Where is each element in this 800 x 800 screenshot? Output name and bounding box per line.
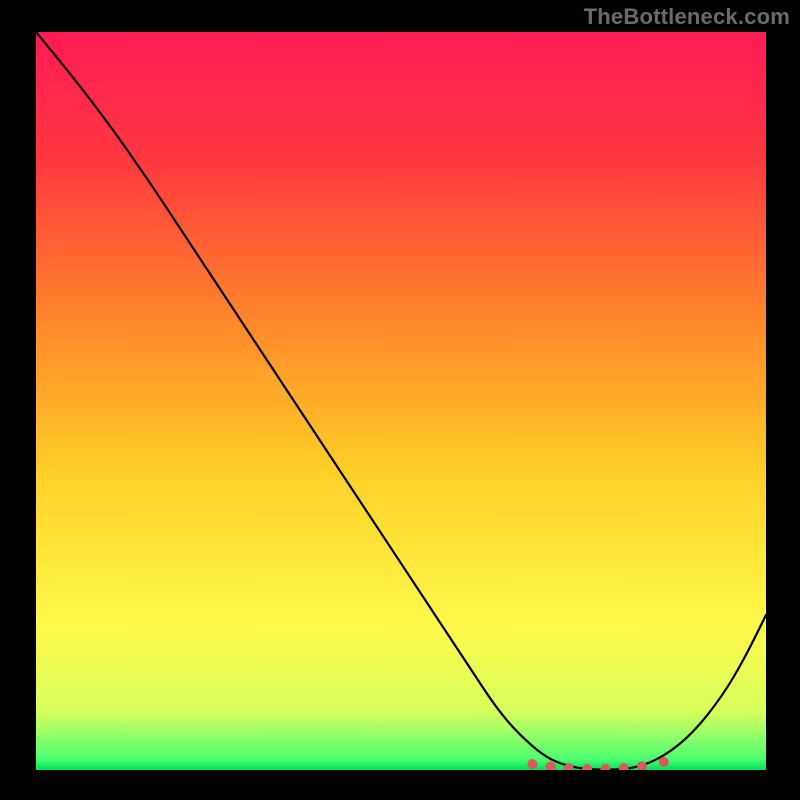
- marker: [659, 757, 669, 767]
- watermark: TheBottleneck.com: [584, 4, 790, 30]
- gradient-bg: [36, 32, 766, 770]
- chart-container: TheBottleneck.com: [0, 0, 800, 800]
- chart-svg: [36, 32, 766, 770]
- plot-area: [36, 32, 766, 770]
- marker: [527, 759, 537, 769]
